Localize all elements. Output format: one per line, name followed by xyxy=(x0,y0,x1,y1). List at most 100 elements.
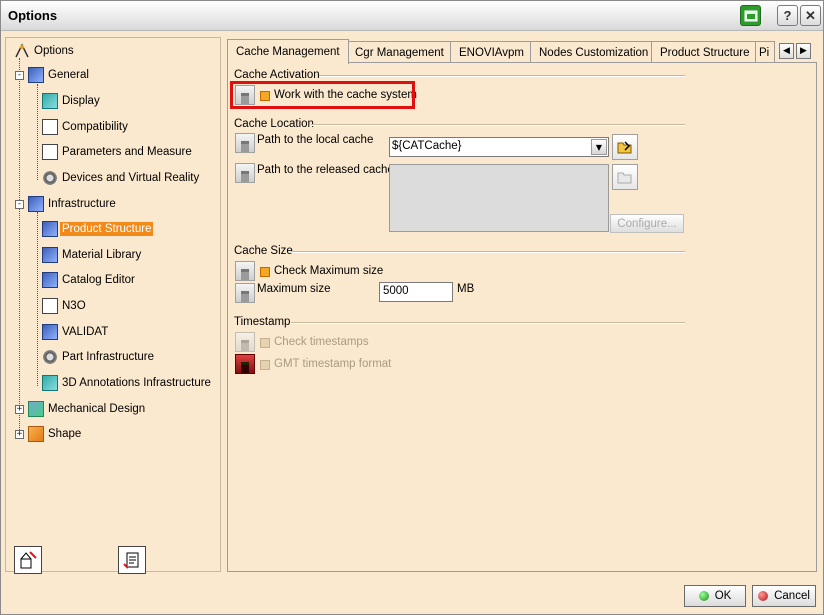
lock-icon[interactable] xyxy=(235,283,255,303)
tree-label: Catalog Editor xyxy=(62,274,135,286)
cancel-button[interactable]: Cancel xyxy=(752,585,816,607)
tree-label: Options xyxy=(34,45,74,57)
tree-expander[interactable]: + xyxy=(15,430,24,439)
configure-button[interactable]: Configure... xyxy=(610,214,684,233)
reset-options-icon[interactable] xyxy=(14,546,42,574)
tab-scroll-left-icon[interactable]: ◀ xyxy=(779,43,794,59)
shape-icon xyxy=(28,426,44,442)
ok-label: OK xyxy=(714,590,732,602)
locked-icon xyxy=(235,354,255,374)
gmt-timestamp-label: GMT timestamp format xyxy=(274,358,392,370)
released-cache-label: Path to the released cache xyxy=(257,164,394,176)
tree-label: Infrastructure xyxy=(48,198,116,210)
options-dialog: Options ? ✕ Options - General Display Co… xyxy=(0,0,824,615)
tree-item-infrastructure[interactable]: Infrastructure xyxy=(28,195,118,213)
cancel-icon xyxy=(758,591,769,601)
tree-expander[interactable]: + xyxy=(15,405,24,414)
max-size-input[interactable]: 5000 xyxy=(379,282,453,302)
section-title-cache-activation: Cache Activation xyxy=(234,69,320,81)
browse-folder-disabled-icon xyxy=(612,164,638,190)
infrastructure-icon xyxy=(28,196,44,212)
n3o-icon xyxy=(42,298,58,314)
tree-item-parameters[interactable]: Parameters and Measure xyxy=(42,143,194,161)
compatibility-icon xyxy=(42,119,58,135)
tree-expander[interactable]: - xyxy=(15,71,24,80)
tree-item-devices[interactable]: Devices and Virtual Reality xyxy=(42,169,201,187)
local-cache-value: ${CATCache} xyxy=(392,140,462,152)
tree-label: Product Structure xyxy=(60,222,154,236)
tab-cgr-management[interactable]: Cgr Management xyxy=(346,41,453,63)
tree-item-shape[interactable]: Shape xyxy=(28,425,83,443)
tree-item-material-library[interactable]: Material Library xyxy=(42,246,143,264)
title-bar: Options ? ✕ xyxy=(1,1,823,31)
help-button[interactable]: ? xyxy=(777,5,798,26)
section-divider xyxy=(291,251,685,253)
tree-item-3d-annotations[interactable]: 3D Annotations Infrastructure xyxy=(42,374,213,392)
general-icon xyxy=(28,67,44,83)
tree-root-options[interactable]: Options xyxy=(14,42,76,60)
options-tree-icon xyxy=(14,43,30,59)
tree-item-display[interactable]: Display xyxy=(42,92,102,110)
check-max-size-checkbox[interactable] xyxy=(260,267,270,277)
restore-icon[interactable] xyxy=(740,5,761,26)
tree-label: Part Infrastructure xyxy=(62,351,155,363)
tab-nodes-customization[interactable]: Nodes Customization xyxy=(530,41,658,63)
local-cache-label: Path to the local cache xyxy=(257,134,374,146)
tree-label: Compatibility xyxy=(62,121,128,133)
export-settings-icon[interactable] xyxy=(118,546,146,574)
tab-product-structure[interactable]: Product Structure xyxy=(651,41,759,63)
tree-label: General xyxy=(48,69,89,81)
tab-overflow[interactable]: Pi xyxy=(755,41,775,63)
tree-expander[interactable]: - xyxy=(15,200,24,209)
tree-item-mechanical-design[interactable]: Mechanical Design xyxy=(28,400,147,418)
tree-guide-line xyxy=(37,212,38,386)
tree-item-part-infrastructure[interactable]: Part Infrastructure xyxy=(42,348,156,366)
tree-item-n3o[interactable]: N3O xyxy=(42,297,88,315)
tree-label: N3O xyxy=(62,300,86,312)
ok-button[interactable]: OK xyxy=(684,585,746,607)
parameters-icon xyxy=(42,144,58,160)
display-icon xyxy=(42,93,58,109)
section-title-cache-location: Cache Location xyxy=(234,118,314,130)
lock-icon[interactable] xyxy=(235,261,255,281)
tree-label: 3D Annotations Infrastructure xyxy=(62,377,211,389)
product-structure-icon xyxy=(42,221,58,237)
browse-folder-icon[interactable] xyxy=(612,134,638,160)
tab-enoviavpm[interactable]: ENOVIAvpm xyxy=(450,41,533,63)
tree-item-product-structure[interactable]: Product Structure xyxy=(42,220,154,238)
tree-item-catalog-editor[interactable]: Catalog Editor xyxy=(42,271,137,289)
catalog-editor-icon xyxy=(42,272,58,288)
section-divider xyxy=(291,322,685,324)
annotations-icon xyxy=(42,375,58,391)
section-title-cache-size: Cache Size xyxy=(234,245,293,257)
released-cache-list[interactable] xyxy=(389,164,609,232)
tree-label: Parameters and Measure xyxy=(62,146,192,158)
tree-label: VALIDAT xyxy=(62,326,109,338)
devices-icon xyxy=(42,170,58,186)
section-title-timestamp: Timestamp xyxy=(234,316,291,328)
mechanical-design-icon xyxy=(28,401,44,417)
section-divider xyxy=(319,75,685,77)
tree-label: Devices and Virtual Reality xyxy=(62,172,200,184)
tree-guide-line xyxy=(19,58,20,436)
tree-label: Material Library xyxy=(62,249,142,261)
check-timestamps-checkbox xyxy=(260,338,270,348)
tab-scroll-right-icon[interactable]: ▶ xyxy=(796,43,811,59)
local-cache-combo[interactable]: ${CATCache} ▼ xyxy=(389,137,609,157)
tree-item-compatibility[interactable]: Compatibility xyxy=(42,118,130,136)
check-timestamps-label: Check timestamps xyxy=(274,336,369,348)
tree-item-validat[interactable]: VALIDAT xyxy=(42,323,110,341)
lock-icon[interactable] xyxy=(235,163,255,183)
max-size-label: Maximum size xyxy=(257,283,331,295)
window-title: Options xyxy=(8,8,58,23)
check-max-size-label: Check Maximum size xyxy=(274,265,384,277)
chevron-down-icon[interactable]: ▼ xyxy=(591,139,607,155)
tab-cache-management[interactable]: Cache Management xyxy=(227,39,349,64)
lock-icon xyxy=(235,332,255,352)
tree-item-general[interactable]: General xyxy=(28,66,91,84)
lock-icon[interactable] xyxy=(235,133,255,153)
close-button[interactable]: ✕ xyxy=(800,5,821,26)
highlight-box xyxy=(230,81,415,109)
ok-icon xyxy=(698,591,709,601)
max-size-unit: MB xyxy=(457,283,475,295)
